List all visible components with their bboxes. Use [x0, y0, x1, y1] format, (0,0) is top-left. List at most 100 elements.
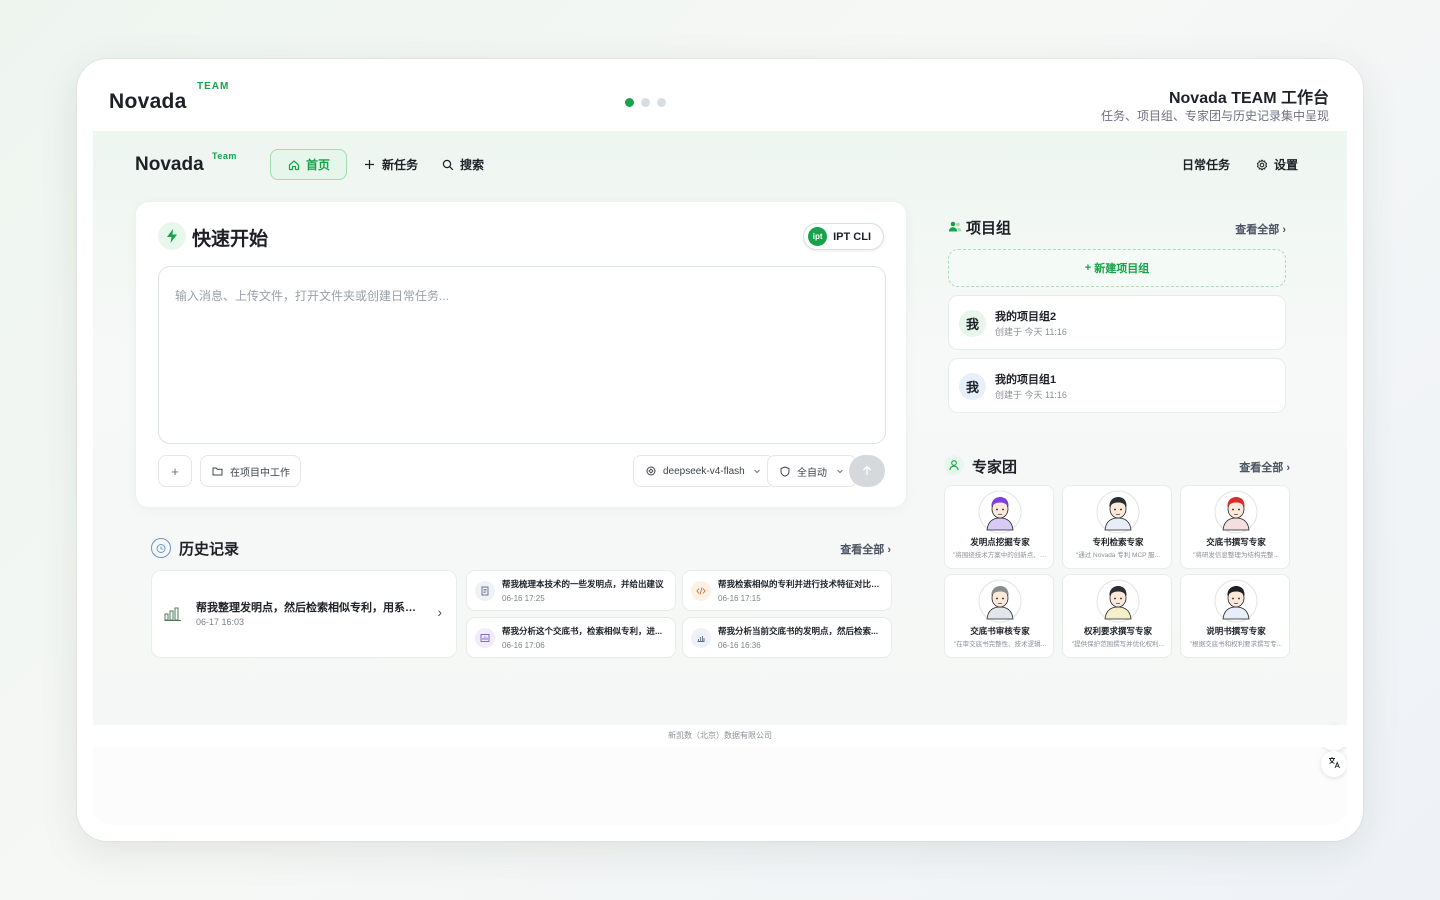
folder-icon — [211, 465, 224, 478]
expert-description: "根据交底书和权利要求撰写专... — [1189, 641, 1283, 648]
expert-card[interactable]: 发明点挖掘专家 "将围绕技术方案中的创新点、区... — [944, 485, 1054, 569]
chevron-right-icon: › — [1286, 462, 1290, 474]
workspace-subtitle: 任务、项目组、专家团与历史记录集中呈现 — [1100, 109, 1329, 123]
nav-daily-tasks-button[interactable]: 日常任务 — [1166, 149, 1246, 180]
expert-avatar — [1214, 579, 1258, 623]
history-item-time: 06-16 17:25 — [502, 594, 545, 603]
work-in-project-button[interactable]: 在项目中工作 — [200, 455, 301, 487]
experts-title: 专家团 — [972, 459, 1018, 476]
message-input-placeholder: 输入消息、上传文件，打开文件夹或创建日常任务... — [175, 289, 450, 303]
send-button[interactable] — [849, 455, 885, 487]
nav-search-label: 搜索 — [460, 158, 485, 172]
history-item-title: 帮我梳理本技术的一些发明点，并给出建议 — [502, 579, 664, 589]
project-groups-title: 项目组 — [966, 220, 1012, 237]
search-icon — [441, 158, 454, 171]
translate-button[interactable] — [1321, 751, 1347, 777]
expert-name: 权利要求撰写专家 — [1083, 626, 1152, 636]
history-featured-item[interactable]: 帮我整理发明点，然后检索相似专利，用系统... 06-17 16:03 › — [151, 570, 457, 658]
history-see-all-link[interactable]: 查看全部 › — [840, 541, 891, 557]
expert-avatar — [1096, 579, 1140, 623]
project-group-item[interactable]: 我 我的项目组1 创建于 今天 11:16 — [948, 358, 1286, 413]
expert-avatar — [978, 490, 1022, 534]
expert-card[interactable]: 权利要求撰写专家 "提供保护范围撰写并优化权利... — [1062, 574, 1172, 658]
model-select[interactable]: deepseek-v4-flash — [633, 455, 775, 487]
project-group-item[interactable]: 我 我的项目组2 创建于 今天 11:16 — [948, 295, 1286, 350]
project-groups-see-all-link[interactable]: 查看全部 › — [1235, 221, 1286, 237]
expert-avatar — [1096, 490, 1140, 534]
ipt-cli-button[interactable]: ipt IPT CLI — [803, 223, 884, 250]
chevron-down-icon — [833, 465, 846, 478]
quick-start-card: 快速开始 ipt IPT CLI 输入消息、上传文件，打开文件夹或创建日常任务.… — [135, 201, 907, 508]
plus-icon: + — [171, 463, 179, 479]
expert-avatar — [978, 579, 1022, 623]
expert-description: "将围绕技术方案中的创新点、区... — [953, 552, 1047, 559]
history-item-time: 06-16 16:36 — [718, 641, 761, 650]
history-item[interactable]: 帮我梳理本技术的一些发明点，并给出建议 06-16 17:25 — [466, 570, 676, 611]
expert-card[interactable]: 说明书撰写专家 "根据交底书和权利要求撰写专... — [1180, 574, 1290, 658]
home-icon — [287, 158, 300, 171]
nav-settings-button[interactable]: 设置 — [1239, 149, 1314, 180]
chevron-right-icon: › — [437, 604, 442, 620]
chart-icon — [691, 628, 711, 648]
nav-logo[interactable]: Novada — [135, 154, 204, 176]
message-input[interactable]: 输入消息、上传文件，打开文件夹或创建日常任务... — [158, 266, 886, 444]
top-header: Novada TEAM Novada TEAM 工作台 任务、项目组、专家团与历… — [93, 75, 1347, 131]
model-icon — [644, 465, 657, 478]
chevron-down-icon — [751, 465, 764, 478]
project-group-meta: 创建于 今天 11:16 — [995, 390, 1067, 400]
history-header: 历史记录 查看全部 › — [151, 537, 891, 559]
model-select-value: deepseek-v4-flash — [663, 465, 745, 477]
expert-name: 交底书撰写专家 — [1206, 537, 1266, 547]
code-icon — [691, 581, 711, 601]
ipt-logo-icon: ipt — [808, 227, 828, 246]
history-item-title: 帮我分析当前交底书的发明点，然后检索... — [718, 626, 879, 636]
carousel-dot[interactable] — [657, 98, 666, 107]
expert-card[interactable]: 交底书撰写专家 "将研发信息整理为结构完整... — [1180, 485, 1290, 569]
carousel-dot[interactable] — [641, 98, 650, 107]
history-featured-title: 帮我整理发明点，然后检索相似专利，用系统... — [196, 602, 421, 614]
history-item-time: 06-16 17:06 — [502, 641, 545, 650]
project-groups-see-all-label: 查看全部 — [1235, 224, 1280, 236]
history-item[interactable]: 帮我检索相似的专利并进行技术特征对比分析 06-16 17:15 — [682, 570, 892, 611]
user-icon — [944, 455, 964, 475]
plus-icon: + — [1084, 262, 1092, 274]
history-item[interactable]: 帮我分析当前交底书的发明点，然后检索... 06-16 16:36 — [682, 617, 892, 658]
history-item-time: 06-16 17:15 — [718, 594, 761, 603]
project-group-name: 我的项目组2 — [995, 311, 1057, 323]
chart-icon — [164, 606, 182, 627]
nav-daily-tasks-label: 日常任务 — [1182, 158, 1231, 172]
nav-new-task-button[interactable]: 新任务 — [347, 149, 434, 180]
nav-settings-label: 设置 — [1274, 158, 1299, 172]
experts-see-all-link[interactable]: 查看全部 › — [1239, 459, 1290, 475]
main-app: Novada Team 首页 新任务 搜索 日常任务 设置 快速开始 ipt I… — [93, 131, 1347, 777]
document-icon — [475, 581, 495, 601]
nav-home-button[interactable]: 首页 — [270, 149, 348, 180]
history-item[interactable]: 帮我分析这个交底书，检索相似专利，进... 06-16 17:06 — [466, 617, 676, 658]
expert-card[interactable]: 交底书审核专家 "在审交底书完整性、技术逻辑... — [944, 574, 1054, 658]
add-attachment-button[interactable]: + — [158, 455, 192, 487]
avatar: 我 — [959, 373, 986, 400]
new-project-group-button[interactable]: + 新建项目组 — [948, 249, 1286, 287]
footer: 新凯数（北京）数据有限公司 — [93, 725, 1347, 747]
expert-description: "通过 Novada 专利 MCP 服... — [1075, 552, 1161, 559]
chart-icon — [475, 628, 495, 648]
mode-select[interactable]: 全自动 — [767, 455, 857, 487]
chevron-right-icon: › — [887, 544, 891, 556]
expert-name: 交底书审核专家 — [970, 626, 1030, 636]
expert-avatar — [1214, 490, 1258, 534]
nav-search-button[interactable]: 搜索 — [425, 149, 500, 180]
new-project-group-label: 新建项目组 — [1094, 263, 1150, 275]
plus-icon — [363, 158, 376, 171]
avatar: 我 — [959, 310, 986, 337]
experts-header: 专家团 查看全部 › — [944, 455, 1290, 477]
carousel-dots — [625, 98, 666, 107]
app-window: Novada TEAM Novada TEAM 工作台 任务、项目组、专家团与历… — [77, 59, 1363, 841]
expert-description: "提供保护范围撰写并优化权利... — [1071, 641, 1165, 648]
history-featured-time: 06-17 16:03 — [196, 617, 245, 627]
expert-name: 专利检索专家 — [1092, 537, 1144, 547]
history-item-title: 帮我分析这个交底书，检索相似专利，进... — [502, 626, 663, 636]
nav-logo-badge: Team — [212, 151, 237, 161]
translate-icon — [1328, 756, 1341, 772]
carousel-dot-active[interactable] — [625, 98, 634, 107]
expert-card[interactable]: 专利检索专家 "通过 Novada 专利 MCP 服... — [1062, 485, 1172, 569]
